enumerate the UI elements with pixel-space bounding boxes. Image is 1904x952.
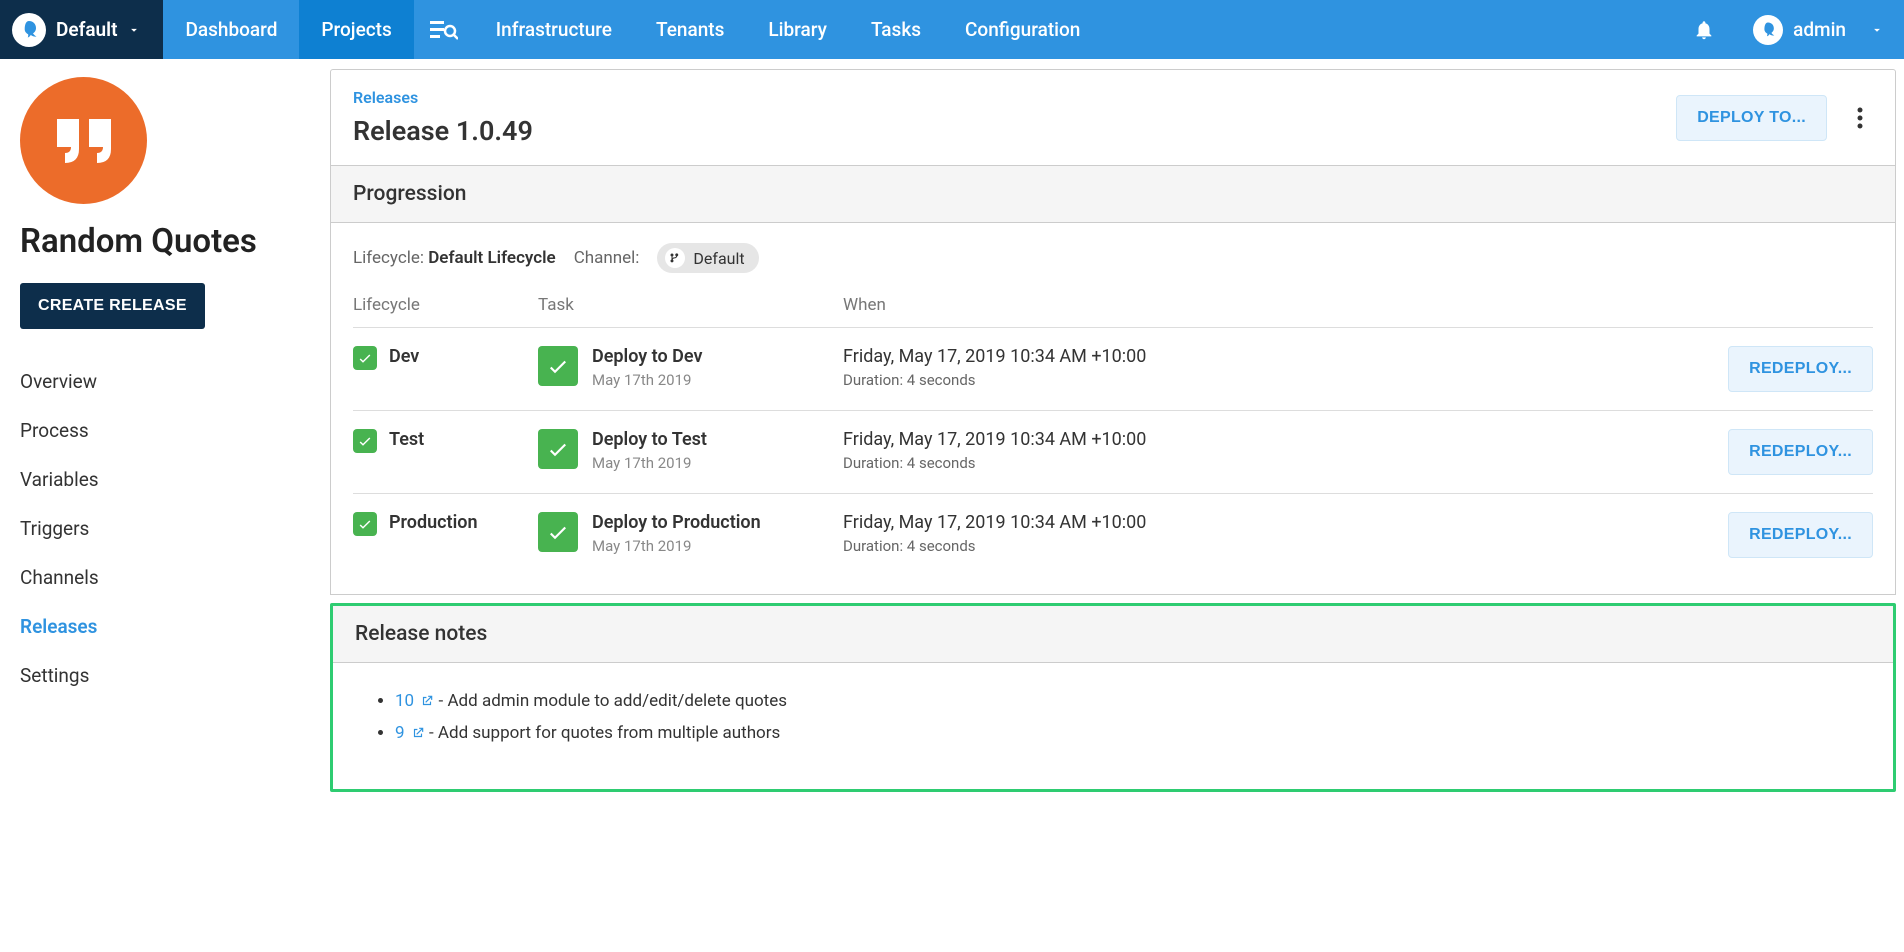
nav-projects[interactable]: Projects [299,0,413,59]
nav-dashboard[interactable]: Dashboard [163,0,299,59]
space-label: Default [56,18,117,41]
env-name: Production [389,512,478,533]
check-icon [353,346,377,370]
breadcrumb-releases[interactable]: Releases [353,88,1676,107]
redeploy-button[interactable]: REDEPLOY... [1728,512,1873,558]
check-icon [538,429,578,469]
user-menu[interactable]: admin [1733,0,1904,59]
progression-row: Dev Deploy to Dev May 17th 2019 Friday, … [353,327,1873,410]
when-time: Friday, May 17, 2019 10:34 AM +10:00 [843,512,1683,533]
env-name: Test [389,429,424,450]
channel-chip-label: Default [693,249,744,268]
project-logo [20,77,147,204]
task-date: May 17th 2019 [592,454,707,472]
release-notes-section: Release notes 10 - Add admin module to a… [330,603,1896,792]
main-content: Releases Release 1.0.49 DEPLOY TO... Pro… [330,59,1904,802]
top-nav: Default Dashboard Projects Infrastructur… [0,0,1904,59]
progression-body: Lifecycle: Default Lifecycle Channel: De… [330,223,1896,595]
release-note-item: 9 - Add support for quotes from multiple… [395,717,1853,749]
when-time: Friday, May 17, 2019 10:34 AM +10:00 [843,346,1683,367]
task-name[interactable]: Deploy to Production [592,512,761,533]
release-note-link[interactable]: 10 [395,691,439,711]
lifecycle-value: Default Lifecycle [428,248,555,268]
progression-row: Test Deploy to Test May 17th 2019 Friday… [353,410,1873,493]
check-icon [538,346,578,386]
nav-search[interactable] [414,0,474,59]
page-title: Release 1.0.49 [353,115,1676,147]
bell-icon [1693,19,1715,41]
task-date: May 17th 2019 [592,537,761,555]
env-name: Dev [389,346,419,367]
redeploy-button[interactable]: REDEPLOY... [1728,429,1873,475]
sidebar-item-channels[interactable]: Channels [20,553,310,602]
create-release-button[interactable]: CREATE RELEASE [20,283,205,329]
avatar-icon [1753,15,1783,45]
nav-configuration[interactable]: Configuration [943,0,1102,59]
nav-library[interactable]: Library [746,0,849,59]
when-time: Friday, May 17, 2019 10:34 AM +10:00 [843,429,1683,450]
release-note-text: - Add support for quotes from multiple a… [429,723,780,743]
sidebar-item-triggers[interactable]: Triggers [20,504,310,553]
sidebar-item-releases[interactable]: Releases [20,602,310,651]
sidebar-item-variables[interactable]: Variables [20,455,310,504]
check-icon [353,429,377,453]
when-duration: Duration: 4 seconds [843,371,1683,389]
user-name: admin [1793,18,1846,41]
task-date: May 17th 2019 [592,371,702,389]
external-link-icon [411,726,425,740]
notifications-button[interactable] [1675,0,1733,59]
check-icon [538,512,578,552]
channel-chip[interactable]: Default [657,243,758,273]
release-header: Releases Release 1.0.49 DEPLOY TO... [330,69,1896,166]
external-link-icon [420,694,434,708]
col-lifecycle: Lifecycle [353,295,538,315]
release-notes-heading: Release notes [333,606,1893,663]
redeploy-button[interactable]: REDEPLOY... [1728,346,1873,392]
chevron-down-icon [1870,23,1884,37]
branch-icon [665,248,685,268]
progression-row: Production Deploy to Production May 17th… [353,493,1873,576]
progression-heading: Progression [330,166,1896,223]
search-list-icon [430,18,458,42]
kebab-icon [1857,106,1863,130]
progression-table-head: Lifecycle Task When [353,283,1873,327]
col-when: When [843,295,1683,315]
project-sidenav: Overview Process Variables Triggers Chan… [20,357,310,700]
sidebar-item-settings[interactable]: Settings [20,651,310,700]
chevron-down-icon [127,23,141,37]
when-duration: Duration: 4 seconds [843,537,1683,555]
nav-tenants[interactable]: Tenants [634,0,746,59]
space-selector[interactable]: Default [0,0,163,59]
check-icon [353,512,377,536]
sidebar-item-overview[interactable]: Overview [20,357,310,406]
project-sidebar: Random Quotes CREATE RELEASE Overview Pr… [0,59,330,802]
nav-spacer [1102,0,1675,59]
release-note-link[interactable]: 9 [395,723,429,743]
project-name: Random Quotes [20,222,310,261]
deploy-to-button[interactable]: DEPLOY TO... [1676,95,1827,141]
task-name[interactable]: Deploy to Test [592,429,707,450]
release-note-text: - Add admin module to add/edit/delete qu… [439,691,787,711]
nav-infrastructure[interactable]: Infrastructure [474,0,634,59]
col-task: Task [538,295,843,315]
more-actions-button[interactable] [1847,106,1873,130]
when-duration: Duration: 4 seconds [843,454,1683,472]
channel-label: Channel: [574,248,640,268]
sidebar-item-process[interactable]: Process [20,406,310,455]
release-note-item: 10 - Add admin module to add/edit/delete… [395,685,1853,717]
lifecycle-label: Lifecycle: [353,248,424,268]
app-logo-icon [12,13,46,47]
task-name[interactable]: Deploy to Dev [592,346,702,367]
nav-tasks[interactable]: Tasks [849,0,943,59]
